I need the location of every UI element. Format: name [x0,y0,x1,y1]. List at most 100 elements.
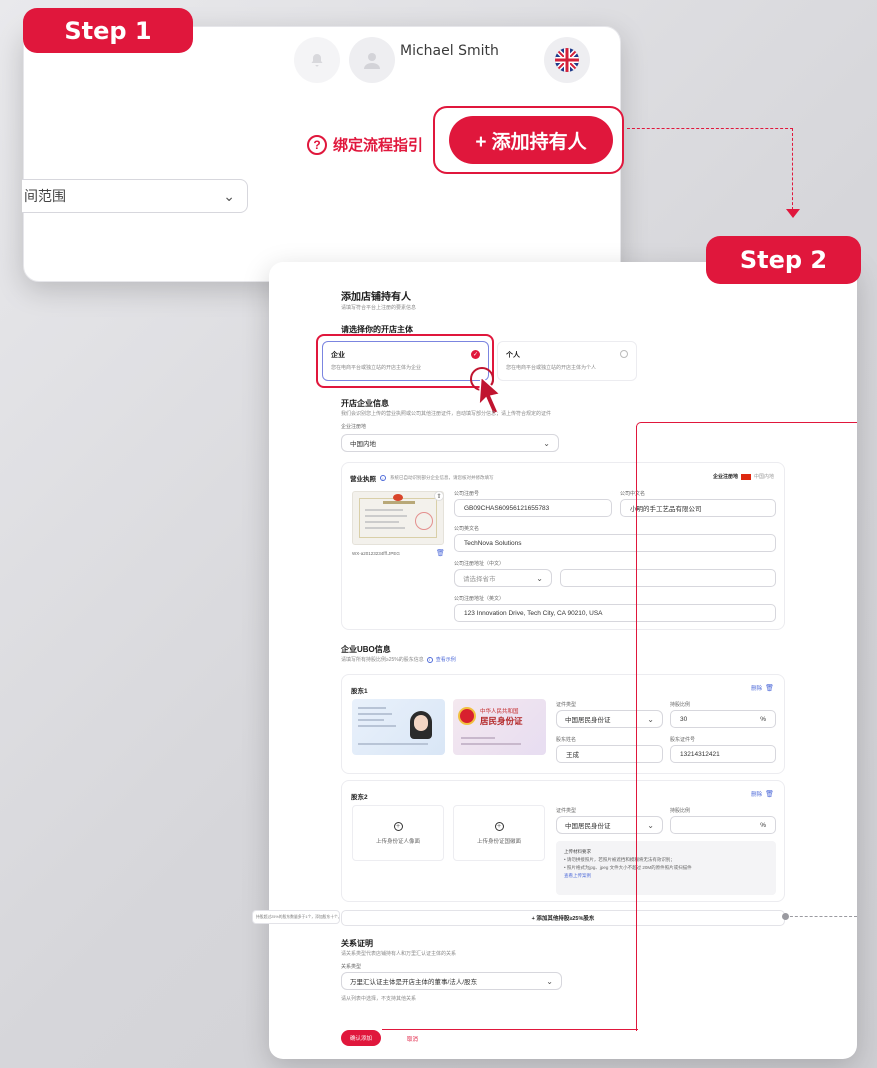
range-select-value: 间范围 [24,188,66,204]
entity-option-desc: 您在电商平台或独立站的开店主体为个人 [506,365,597,371]
license-file-name: WX-a20123234fff.JPEG [352,551,400,556]
en-name-input[interactable]: TechNova Solutions [454,534,776,552]
id-type-label: 证件类型 [556,702,577,708]
id-back-line1: 中华人民共和国 [480,709,519,715]
entity-option-company[interactable]: 企业 您在电商平台或独立站的开店主体为企业 ✓ [322,341,489,381]
delete-shareholder[interactable]: 删除 🗑 [751,684,774,692]
addr-province-select[interactable]: 请选择省市 ⌄ [454,569,552,587]
company-desc: 我们会识别您上传的营业执照或公司其他注册证件，自动填写部分信息；请上传符合规定的… [341,411,552,417]
upload-front-label: 上传身份证人像面 [375,838,420,845]
reg-place-select[interactable]: 中国内地 ⌄ [341,434,559,452]
license-header: 营业执照 i 系统已自动识别部分企业信息，请您核对并修改填写 [350,473,494,483]
ubo-example-link[interactable]: 查看示例 [436,656,456,663]
dashed-guide [785,916,857,917]
avatar[interactable] [349,37,395,83]
entity-option-desc: 您在电商平台或独立站的开店主体为企业 [331,365,422,371]
flow-line [382,1029,638,1031]
relation-desc: 请关系类型代表店铺持有人和万里汇认证主体的关系 [341,951,457,957]
uk-flag-icon[interactable] [544,37,590,83]
user-name[interactable]: Michael Smith [400,43,499,59]
plus-circle-icon: + [494,821,504,831]
license-region: 企业注册地 中国内地 [713,473,774,480]
shareholder-card: 股东1 删除 🗑 中华人民共和国 居民身份证 证件类型 中国居民身份证 ⌄ 持股… [341,674,785,774]
reg-place-value: 中国内地 [350,441,376,448]
relation-type-label: 关系类型 [341,964,362,970]
id-front-image[interactable] [352,699,445,755]
cn-name-label: 公司中文名 [620,491,646,497]
step2-card: 添加店铺持有人 请填写符合平台上注册的要素信息 请选择你的开店主体 企业 您在电… [269,262,857,1059]
arrow-down-icon [786,209,800,218]
radio-icon [620,350,628,358]
name-input[interactable]: 王成 [556,745,663,763]
trash-icon: 🗑 [765,791,774,798]
plus-circle-icon: + [393,821,403,831]
entity-option-label: 个人 [506,352,520,359]
license-region-value: 中国内地 [753,474,774,480]
trash-icon[interactable]: 🗑 [436,549,445,557]
range-select[interactable]: 间范围 ⌄ [22,179,248,213]
addr-province-placeholder: 请选择省市 [463,576,496,583]
id-type-value: 中国居民身份证 [565,823,611,830]
chevron-down-icon: ⌄ [536,573,543,583]
addr-en-input[interactable]: 123 Innovation Drive, Tech City, CA 9021… [454,604,776,622]
relation-type-select[interactable]: 万里汇认证主体是开店主体的董事/法人/股东 ⌄ [341,972,562,990]
license-region-label: 企业注册地 [712,474,738,480]
reg-no-input[interactable]: GB09CHAS60956121655783 [454,499,612,517]
connector-line [627,128,793,129]
guide-text: 绑定流程指引 [333,137,424,154]
relation-type-value: 万里汇认证主体是开店主体的董事/法人/股东 [350,979,478,986]
ratio-input[interactable]: 30 % [670,710,776,728]
name-label: 股东姓名 [556,737,577,743]
question-circle-icon: ? [307,134,327,155]
req-item: • 请勿拼接照片，若照片被遮挡和模糊将无法有效识别； [564,857,675,862]
delete-label: 删除 [751,792,763,798]
chevron-down-icon: ⌄ [543,438,550,448]
ubo-desc: 请填写所有持股比例≥25%的股东信息 [341,657,424,663]
cn-name-input[interactable]: 小明的手工艺品有限公司 [620,499,776,517]
ratio-value: 30 [680,715,688,723]
license-section: 营业执照 i 系统已自动识别部分企业信息，请您核对并修改填写 企业注册地 中国内… [341,462,785,630]
en-name-label: 公司英文名 [454,526,480,532]
id-back-image[interactable]: 中华人民共和国 居民身份证 [453,699,546,755]
req-title: 上传材料要求 [564,849,591,854]
id-type-select[interactable]: 中国居民身份证 ⌄ [556,816,663,834]
upload-id-back[interactable]: + 上传身份证国徽面 [453,805,545,861]
addr-cn-detail-input[interactable] [560,569,776,587]
shareholder-title: 股东2 [351,794,368,801]
china-flag-icon [740,473,751,480]
step2-badge: Step 2 [706,236,861,284]
ratio-input[interactable]: % [670,816,776,834]
bell-icon[interactable] [294,37,340,83]
shareholder-title: 股东1 [351,688,368,695]
upload-back-label: 上传身份证国徽面 [476,838,521,845]
id-type-value: 中国居民身份证 [565,717,611,724]
step1-badge: Step 1 [23,8,193,53]
delete-shareholder[interactable]: 删除 🗑 [751,790,774,798]
step1-card: Michael Smith ? 绑定流程指引 + 添加持有人 间范围 ⌄ [22,26,624,282]
upload-icon[interactable]: ⇧ [434,491,444,501]
chevron-down-icon: ⌄ [647,714,654,724]
guide-link[interactable]: ? 绑定流程指引 [307,134,423,155]
confirm-button[interactable]: 确认添加 [341,1030,381,1046]
add-shareholder-button[interactable]: + 添加其他持股≥25%股东 [341,910,785,926]
page-subtitle: 请填写符合平台上注册的要素信息 [341,305,417,311]
entity-option-individual[interactable]: 个人 您在电商平台或独立站的开店主体为个人 [497,341,637,381]
id-type-select[interactable]: 中国居民身份证 ⌄ [556,710,663,728]
reg-place-label: 企业注册地 [341,424,367,430]
upload-requirements: 上传材料要求 • 请勿拼接照片，若照片被遮挡和模糊将无法有效识别； • 照片格式… [556,841,776,895]
id-type-label: 证件类型 [556,808,577,814]
upload-id-front[interactable]: + 上传身份证人像面 [352,805,444,861]
flow-line [636,426,638,1031]
ubo-heading: 企业UBO信息 [341,645,391,654]
id-no-input[interactable]: 13214312421 [670,745,776,763]
addr-cn-label: 公司注册地址（中文） [454,561,505,567]
shareholder-card: 股东2 删除 🗑 + 上传身份证人像面 + 上传身份证国徽面 证件类型 中国居民… [341,780,785,902]
req-item: • 照片格式为jpg、jpeg 文件大小不超过 20M的原件照片或扫描件 [564,865,692,870]
chevron-down-icon: ⌄ [546,976,553,986]
cancel-button[interactable]: 取消 [407,1035,418,1043]
license-image[interactable] [352,491,444,545]
page-title: 添加店铺持有人 [341,292,411,303]
req-link[interactable]: 查看上传案例 [564,872,768,880]
delete-label: 删除 [751,686,763,692]
add-holder-button[interactable]: + 添加持有人 [449,116,613,164]
